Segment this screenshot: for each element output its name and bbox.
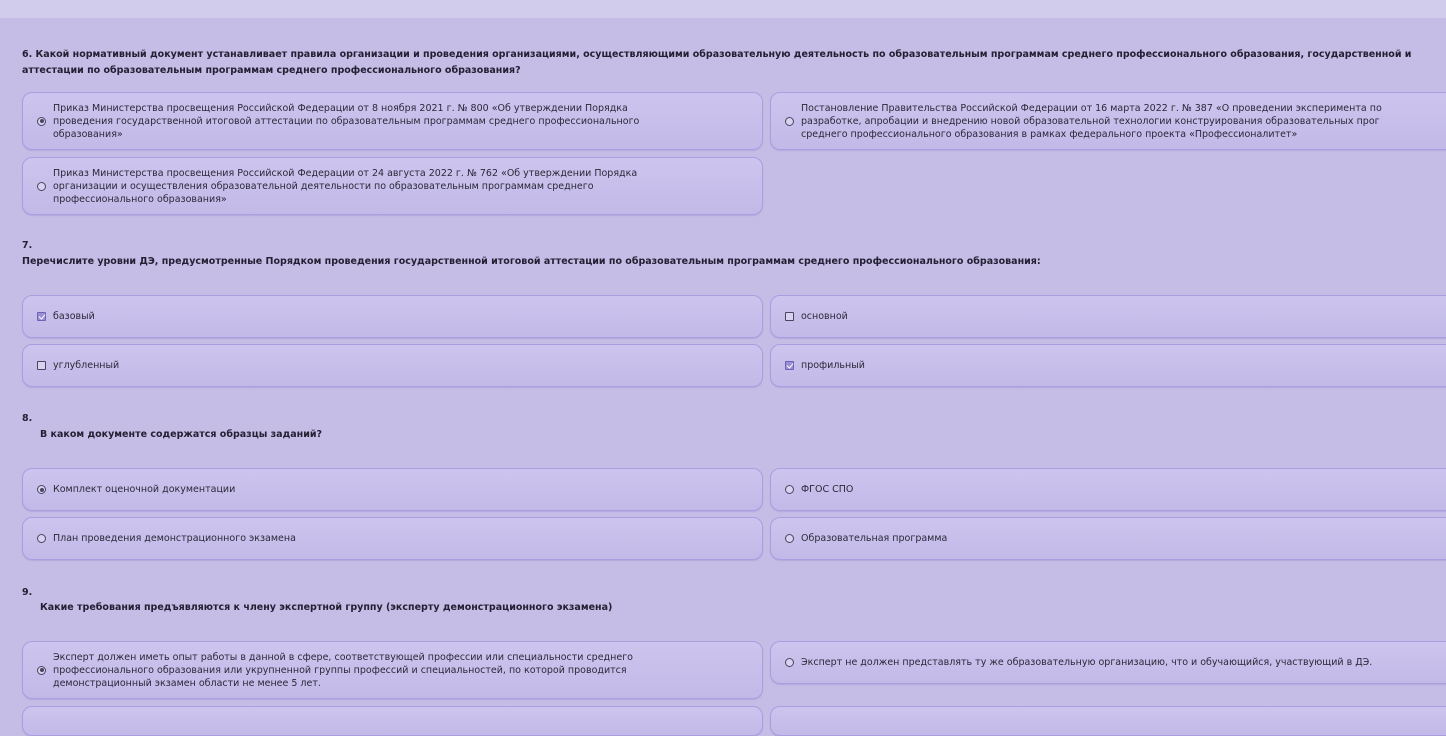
- question-8-text: В каком документе содержатся образцы зад…: [40, 429, 323, 440]
- radio-icon[interactable]: [37, 534, 46, 543]
- q7-option-1[interactable]: базовый: [22, 295, 763, 338]
- q9-option-1-label: Эксперт должен иметь опыт работы в данно…: [53, 651, 633, 689]
- question-9-number: 9.: [22, 587, 33, 598]
- q7-option-3[interactable]: углубленный: [22, 344, 763, 387]
- checkbox-icon[interactable]: [37, 361, 46, 370]
- q7-option-4[interactable]: профильный: [770, 344, 1446, 387]
- q8-option-3[interactable]: План проведения демонстрационного экзаме…: [22, 517, 763, 560]
- radio-selected-icon[interactable]: [37, 116, 46, 126]
- q6-option-1-label: Приказ Министерства просвещения Российск…: [53, 102, 640, 140]
- q7-option-4-label: профильный: [801, 360, 865, 371]
- question-8-number: 8.: [22, 413, 33, 424]
- q9-option-3[interactable]: [22, 706, 763, 736]
- q6-option-3-label: Приказ Министерства просвещения Российск…: [53, 167, 638, 205]
- checkbox-checked-icon[interactable]: [785, 361, 794, 370]
- radio-selected-icon[interactable]: [37, 665, 46, 675]
- question-9-text: Какие требования предъявляются к члену э…: [40, 602, 613, 613]
- q9-option-2-label: Эксперт не должен представлять ту же обр…: [801, 657, 1373, 668]
- question-7-number: 7.: [22, 240, 33, 251]
- radio-selected-icon[interactable]: [37, 485, 46, 494]
- q7-option-3-label: углубленный: [53, 360, 120, 371]
- q9-option-4[interactable]: [770, 706, 1446, 736]
- q8-option-1-label: Комплект оценочной документации: [53, 484, 236, 495]
- checkbox-checked-icon[interactable]: [37, 312, 46, 321]
- radio-icon[interactable]: [785, 116, 794, 126]
- top-bar: [0, 0, 1446, 18]
- q9-option-2[interactable]: Эксперт не должен представлять ту же обр…: [770, 641, 1446, 684]
- question-6-text-line1: 6. Какой нормативный документ устанавлив…: [22, 49, 1412, 60]
- q9-option-1[interactable]: Эксперт должен иметь опыт работы в данно…: [22, 641, 763, 699]
- q8-option-1[interactable]: Комплект оценочной документации: [22, 468, 763, 511]
- q8-option-4-label: Образовательная программа: [801, 533, 948, 544]
- q6-option-3[interactable]: Приказ Министерства просвещения Российск…: [22, 157, 763, 215]
- question-6-text-line2: аттестации по образовательным программам…: [22, 65, 521, 76]
- q7-option-2-label: основной: [801, 311, 848, 322]
- q7-option-1-label: базовый: [53, 311, 95, 322]
- radio-icon[interactable]: [37, 181, 46, 191]
- radio-icon[interactable]: [785, 658, 794, 667]
- q6-option-2-label: Постановление Правительства Российской Ф…: [801, 102, 1382, 140]
- q8-option-2[interactable]: ФГОС СПО: [770, 468, 1446, 511]
- q6-option-2[interactable]: Постановление Правительства Российской Ф…: [770, 92, 1446, 150]
- radio-icon[interactable]: [785, 534, 794, 543]
- q7-option-2[interactable]: основной: [770, 295, 1446, 338]
- radio-icon[interactable]: [785, 485, 794, 494]
- checkbox-icon[interactable]: [785, 312, 794, 321]
- q6-option-1[interactable]: Приказ Министерства просвещения Российск…: [22, 92, 763, 150]
- question-7-text: Перечислите уровни ДЭ, предусмотренные П…: [22, 256, 1041, 267]
- q8-option-3-label: План проведения демонстрационного экзаме…: [53, 533, 296, 544]
- q8-option-4[interactable]: Образовательная программа: [770, 517, 1446, 560]
- q8-option-2-label: ФГОС СПО: [801, 484, 854, 495]
